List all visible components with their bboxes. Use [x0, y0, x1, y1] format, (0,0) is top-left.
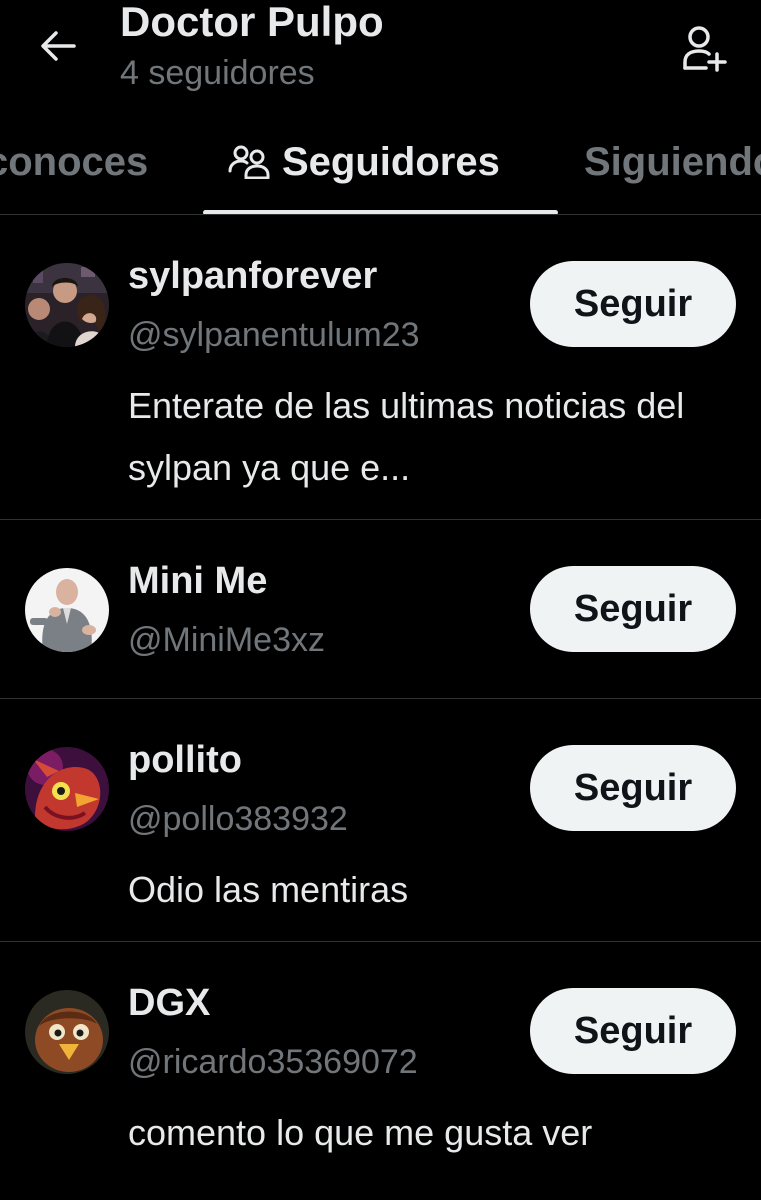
user-name: pollito [128, 739, 242, 781]
page-title: Doctor Pulpo [120, 0, 384, 45]
user-name: DGX [128, 982, 211, 1024]
list-item[interactable]: sylpanforever @sylpanentulum23 Enterate … [0, 215, 761, 520]
person-add-icon [683, 26, 727, 72]
user-bio: Odio las mentiras [128, 869, 409, 910]
follow-button[interactable]: Seguir [530, 988, 736, 1074]
follow-button[interactable]: Seguir [530, 745, 736, 831]
add-user-button[interactable] [680, 24, 728, 72]
tab-known[interactable]: conoces [0, 140, 148, 185]
people-icon [228, 145, 270, 179]
avatar[interactable] [25, 263, 109, 347]
avatar[interactable] [25, 990, 109, 1074]
tab-followers[interactable]: Seguidores [228, 140, 500, 185]
user-bio: comento lo que me gusta ver [128, 1112, 593, 1153]
avatar[interactable] [25, 747, 109, 831]
user-name: sylpanforever [128, 255, 378, 297]
tab-label: Seguidores [282, 140, 500, 184]
followers-count: 4 seguidores [120, 54, 315, 92]
arrow-left-icon [41, 31, 76, 61]
tab-following[interactable]: Siguiendo [584, 140, 761, 185]
user-handle: @ricardo35369072 [128, 1043, 418, 1081]
list-item[interactable]: DGX @ricardo35369072 comento lo que me g… [0, 942, 761, 1200]
user-handle: @pollo383932 [128, 800, 348, 838]
user-bio: Enterate de las ultimas noticias del syl… [128, 385, 685, 488]
user-handle: @sylpanentulum23 [128, 316, 420, 354]
list-item[interactable]: pollito @pollo383932 Odio las mentiras S… [0, 699, 761, 942]
back-button[interactable] [38, 26, 78, 66]
tab-label: conoces [0, 140, 149, 184]
follow-button[interactable]: Seguir [530, 261, 736, 347]
follow-button[interactable]: Seguir [530, 566, 736, 652]
user-handle: @MiniMe3xz [128, 621, 325, 659]
tab-label: Siguiendo [584, 140, 761, 184]
avatar[interactable] [25, 568, 109, 652]
list-item[interactable]: Mini Me @MiniMe3xz Seguir [0, 520, 761, 699]
profile-header: Doctor Pulpo 4 seguidores [0, 0, 761, 110]
user-name: Mini Me [128, 560, 268, 602]
tab-bar: conoces Seguidores Siguiendo [0, 118, 761, 214]
